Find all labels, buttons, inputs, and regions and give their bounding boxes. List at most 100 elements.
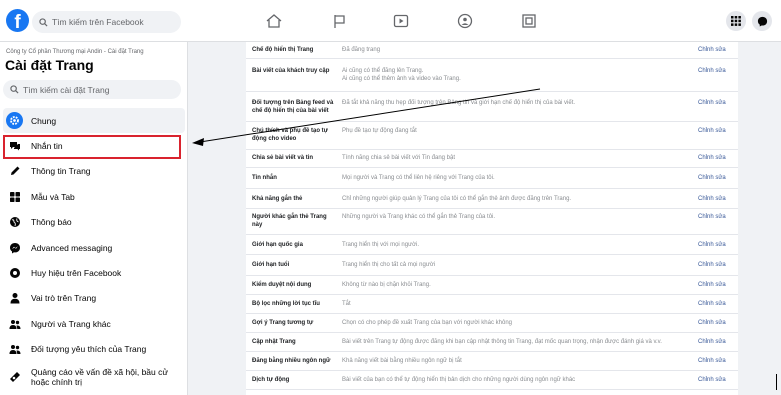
table-row: Cập nhật Trang Bài viết trên Trang tự độ…	[246, 333, 738, 352]
messenger-icon[interactable]	[752, 11, 772, 31]
edit-link[interactable]: Chỉnh sửa	[698, 301, 738, 313]
edit-link[interactable]: Chỉnh sửa	[698, 262, 738, 275]
company-breadcrumb: Công ty Cổ phần Thương mại Andin - Cài đ…	[6, 49, 144, 55]
sidebar-item-page-info[interactable]: Thông tin Trang	[0, 159, 188, 184]
table-row: Chú thích và phụ đề tạo tự động cho vide…	[246, 122, 738, 150]
setting-name: Gợi ý Trang tương tự	[252, 320, 314, 326]
sidebar-item-label: Thông tin Trang	[31, 166, 91, 177]
sidebar-item-templates[interactable]: Mẫu và Tab	[0, 184, 188, 209]
facebook-logo[interactable]: f	[6, 9, 29, 32]
setting-value: Bài viết của bạn có thể tự động hiển thị…	[342, 377, 576, 383]
sidebar-item-page-roles[interactable]: Vai trò trên Trang	[0, 286, 188, 311]
sidebar-item-badges[interactable]: Huy hiệu trên Facebook	[0, 260, 188, 285]
home-icon[interactable]	[265, 13, 283, 29]
edit-link[interactable]: Chỉnh sửa	[698, 175, 738, 188]
gaming-icon[interactable]	[520, 13, 538, 29]
setting-name: Chế độ hiển thị Trang	[252, 47, 314, 53]
sidebar-item-label: Thông báo	[31, 217, 72, 228]
table-row: Kiểm duyệt nội dung Không từ nào bị chặn…	[246, 276, 738, 295]
edit-link[interactable]: Chỉnh sửa	[698, 282, 738, 294]
edit-link[interactable]: Chỉnh sửa	[698, 242, 738, 254]
setting-value: Ai cũng có thể đăng lên Trang. Ai cũng c…	[342, 68, 461, 82]
settings-table: Chế độ hiển thị Trang Đã đăng trang Chỉn…	[246, 42, 738, 395]
edit-link[interactable]: Chỉnh sửa	[698, 320, 738, 332]
groups-icon[interactable]	[456, 13, 474, 29]
setting-name: Đăng bằng nhiều ngôn ngữ	[252, 358, 331, 364]
setting-name: Chú thích và phụ đề tạo tự động cho vide…	[252, 128, 329, 142]
sidebar-item-people-and-pages[interactable]: Người và Trang khác	[0, 311, 188, 336]
sidebar-item-notifications[interactable]: Thông báo	[0, 210, 188, 235]
setting-value: Trang hiển thị cho tất cả mọi người	[342, 262, 436, 268]
search-icon	[10, 85, 19, 94]
edit-link[interactable]: Chỉnh sửa	[698, 100, 738, 121]
table-row: Dịch tự động Bài viết của bạn có thể tự …	[246, 371, 738, 390]
setting-name: Chia sẻ bài viết và tin	[252, 155, 314, 161]
table-row: Giới hạn quốc gia Trang hiển thị với mọi…	[246, 235, 738, 255]
edit-link[interactable]: Chỉnh sửa	[698, 358, 738, 370]
setting-value: Những người và Trang khác có thể gắn thẻ…	[342, 214, 496, 220]
edit-link[interactable]: Chỉnh sửa	[698, 196, 738, 208]
video-icon[interactable]	[392, 13, 410, 29]
sidebar-item-messaging[interactable]: Nhắn tin	[0, 133, 188, 158]
table-row: Tin nhắn Mọi người và Trang có thể liên …	[246, 168, 738, 189]
setting-value: Đã tắt khả năng thu hẹp đối tượng trên B…	[342, 100, 576, 106]
edit-link[interactable]: Chỉnh sửa	[698, 68, 738, 91]
sidebar-item-label: Advanced messaging	[31, 242, 113, 253]
text-cursor	[776, 374, 777, 390]
sidebar-item-advanced-messaging[interactable]: Advanced messaging	[0, 235, 188, 260]
top-bar: f	[0, 0, 781, 42]
sidebar-item-general[interactable]: Chung	[3, 108, 185, 134]
setting-name: Đối tượng trên Bảng feed và chế độ hiển …	[252, 100, 334, 114]
sidebar-item-label: Vai trò trên Trang	[31, 293, 97, 304]
sidebar-item-preferred-audience[interactable]: Đối tượng yêu thích của Trang	[0, 337, 188, 362]
sidebar-item-label: Mẫu và Tab	[31, 191, 75, 202]
globe-icon	[6, 214, 23, 231]
search-input[interactable]	[52, 17, 172, 27]
sidebar-item-label: Đối tượng yêu thích của Trang	[31, 344, 147, 355]
setting-value: Chỉ những người giúp quản lý Trang của t…	[342, 196, 572, 202]
person-icon	[6, 290, 23, 307]
chat-bubble-icon	[6, 138, 23, 155]
setting-name: Dịch tự động	[252, 377, 290, 383]
settings-menu: Chung Nhắn tin Thông tin Trang Mẫu và Ta…	[0, 108, 188, 392]
setting-name: Giới hạn quốc gia	[252, 242, 303, 248]
people-icon	[6, 315, 23, 332]
table-row: Đối tượng trên Bảng feed và chế độ hiển …	[246, 92, 738, 122]
edit-link[interactable]: Chỉnh sửa	[698, 155, 738, 167]
setting-value: Đã đăng trang	[342, 47, 381, 53]
sidebar-item-label: Nhắn tin	[31, 141, 63, 152]
table-row: Khả năng gắn thẻ Chỉ những người giúp qu…	[246, 189, 738, 209]
setting-value: Phụ đề tạo tự động đang tắt	[342, 128, 417, 134]
edit-link[interactable]: Chỉnh sửa	[698, 339, 738, 351]
setting-name: Bài viết của khách truy cập	[252, 68, 330, 74]
edit-link[interactable]: Chỉnh sửa	[698, 128, 738, 149]
setting-value: Trang hiển thị với mọi người.	[342, 242, 420, 248]
gear-icon	[6, 112, 23, 130]
setting-value: Khả năng viết bài bằng nhiều ngôn ngữ bị…	[342, 358, 462, 364]
sidebar-item-label: Quảng cáo về vấn đề xã hội, bầu cử hoặc …	[31, 366, 169, 387]
setting-value: Tắt	[342, 301, 351, 307]
edit-link[interactable]: Chỉnh sửa	[698, 47, 738, 58]
menu-grid-icon[interactable]	[726, 11, 746, 31]
messenger-icon	[6, 239, 23, 256]
people-icon	[6, 341, 23, 358]
setting-name: Kiểm duyệt nội dung	[252, 282, 312, 288]
badge-icon	[6, 265, 23, 282]
setting-value: Tính năng chia sẻ bài viết với Tin đang …	[342, 155, 456, 161]
setting-value: Không từ nào bị chặn khỏi Trang.	[342, 282, 431, 288]
table-row: Người khác gắn thẻ Trang này Những người…	[246, 209, 738, 235]
settings-sidebar: Công ty Cổ phần Thương mại Andin - Cài đ…	[0, 42, 188, 395]
settings-search-input[interactable]	[23, 84, 173, 95]
sidebar-item-label: Chung	[31, 115, 57, 126]
table-row: Đăng bằng nhiều ngôn ngữ Khả năng viết b…	[246, 352, 738, 371]
table-row: Bài viết của khách truy cập Ai cũng có t…	[246, 59, 738, 92]
setting-name: Cập nhật Trang	[252, 339, 296, 345]
flag-icon[interactable]	[330, 13, 348, 29]
edit-link[interactable]: Chỉnh sửa	[698, 214, 738, 234]
setting-name: Tin nhắn	[252, 175, 277, 181]
facebook-search[interactable]	[32, 11, 181, 33]
settings-search[interactable]	[3, 80, 181, 99]
sidebar-item-political-ads[interactable]: Quảng cáo về vấn đề xã hội, bầu cử hoặc …	[0, 362, 188, 392]
setting-name: Bộ lọc những lời tục tĩu	[252, 301, 320, 307]
edit-link[interactable]: Chỉnh sửa	[698, 377, 738, 389]
